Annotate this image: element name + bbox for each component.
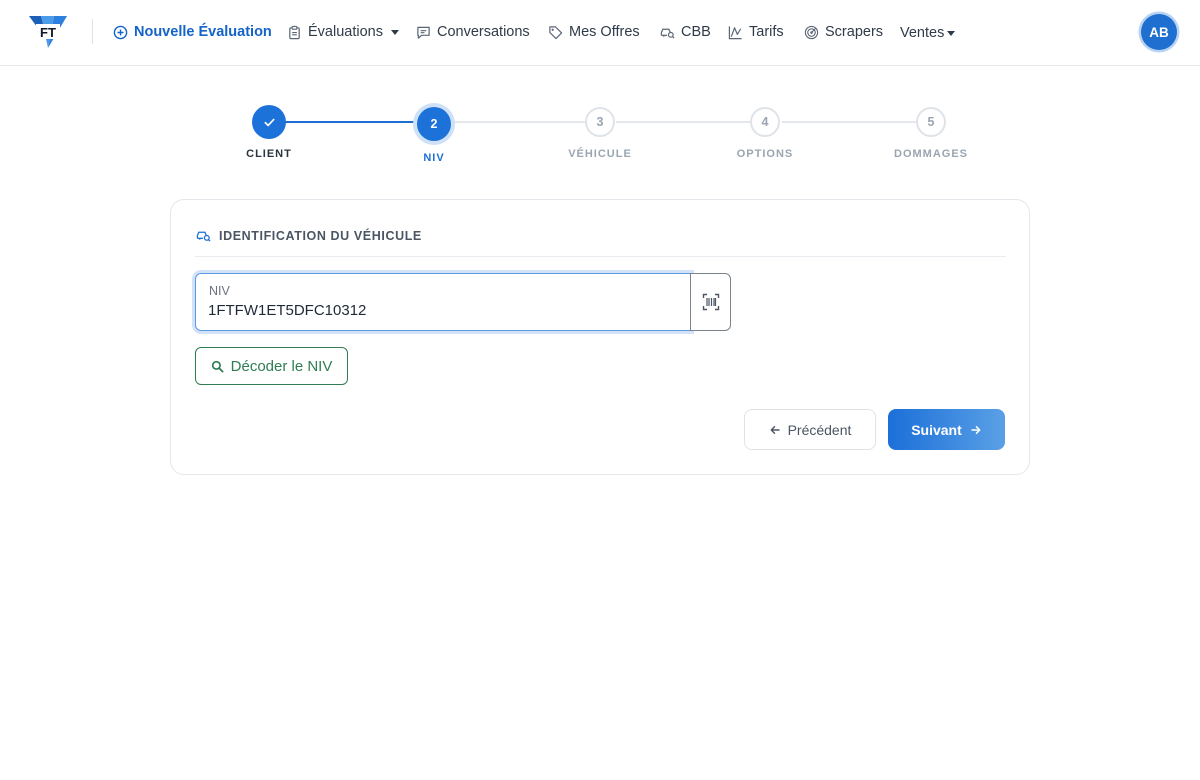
card-title: IDENTIFICATION DU VÉHICULE [219,228,422,243]
card-divider [195,256,1006,257]
step-4-label: OPTIONS [736,148,794,160]
arrow-left-icon [770,425,780,434]
previous-label: Précédent [787,421,852,438]
scan-barcode-button[interactable] [690,273,731,331]
card-header: IDENTIFICATION DU VÉHICULE [196,228,422,243]
vehicle-identification-card: IDENTIFICATION DU VÉHICULE NIV Décoder l… [170,199,1030,475]
step-4-circle: 4 [750,107,780,137]
decode-vin-label: Décoder le NIV [230,357,333,375]
step-2-label: NIV [423,152,445,164]
car-search-icon [196,231,211,242]
next-button[interactable]: Suivant [888,409,1005,450]
vin-input[interactable] [208,302,678,319]
step-connector-4 [782,121,916,123]
step-1-circle[interactable] [252,105,286,139]
step-connector-2 [451,121,585,123]
step-3-circle: 3 [585,107,615,137]
vin-input-group: NIV [195,273,731,331]
step-3-label: VÉHICULE [568,148,632,160]
decode-vin-button[interactable]: Décoder le NIV [195,347,348,385]
arrow-right-icon [971,425,981,434]
barcode-scan-icon [702,293,719,311]
next-label: Suivant [911,421,962,438]
wizard-stepper: CLIENT 2 NIV 3 VÉHICULE 4 OPTIONS 5 DOMM… [0,0,1200,180]
step-5-label: DOMMAGES [894,148,968,160]
check-icon [263,118,275,126]
step-connector-3 [616,121,751,123]
step-connector-1 [285,121,419,123]
previous-button[interactable]: Précédent [744,409,876,450]
vin-field-label: NIV [209,284,230,298]
step-2-circle[interactable]: 2 [417,107,451,141]
step-5-circle: 5 [916,107,946,137]
vin-field[interactable]: NIV [195,273,691,331]
step-1-label: CLIENT [246,148,292,160]
search-icon [211,360,224,372]
